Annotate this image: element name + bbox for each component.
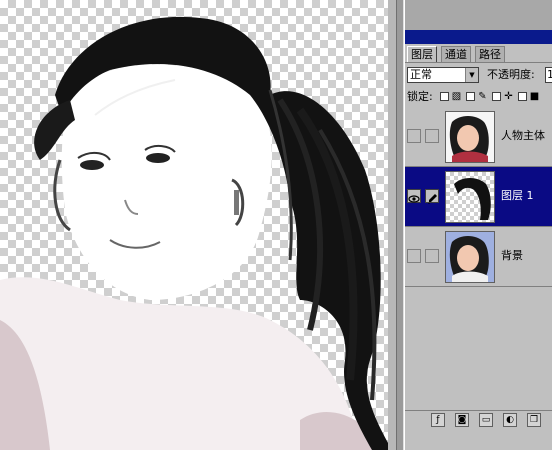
layer-name[interactable]: 背景 (501, 249, 523, 263)
layer-thumbnail (445, 171, 495, 223)
adjustment-layer-icon[interactable]: ◐ (503, 413, 517, 427)
brush-icon (428, 194, 437, 204)
tab-paths[interactable]: 路径 (475, 46, 505, 62)
eye-icon (408, 195, 420, 203)
tab-layers[interactable]: 图层 (407, 46, 437, 62)
document-canvas[interactable] (0, 0, 396, 450)
panel-bottom-bar: ƒ ◙ ▭ ◐ ❐ (405, 410, 552, 429)
new-set-icon[interactable]: ▭ (479, 413, 493, 427)
move-icon: ✛ (504, 91, 513, 102)
layer-row-layer1[interactable]: 图层 1 (405, 167, 552, 227)
lock-all-checkbox[interactable] (518, 92, 527, 101)
transparency-icon: ▧ (451, 91, 462, 102)
lock-transparency-checkbox[interactable] (440, 92, 449, 101)
panel-divider[interactable] (396, 0, 404, 450)
layer-row-background[interactable]: 背景 (405, 227, 552, 287)
blend-mode-select[interactable]: 正常 ▼ (407, 67, 479, 83)
lock-row: 锁定: ▧ ✎ ✛ ■ (405, 88, 552, 106)
visibility-toggle[interactable] (407, 189, 421, 203)
layer-name[interactable]: 人物主体 (501, 129, 545, 143)
visibility-toggle[interactable] (407, 129, 421, 143)
add-style-icon[interactable]: ƒ (431, 413, 445, 427)
opacity-input[interactable]: 10 (545, 67, 552, 83)
blend-opacity-row: 正常 ▼ 不透明度: (405, 64, 552, 86)
layer-thumbnail (445, 231, 495, 283)
layer-thumbnail (445, 111, 495, 163)
link-toggle[interactable] (425, 129, 439, 143)
lock-position-checkbox[interactable] (492, 92, 501, 101)
panel-tabs: 图层 通道 路径 (405, 44, 552, 63)
lock-label: 锁定: (407, 90, 433, 103)
lock-icon: ■ (529, 91, 540, 102)
link-toggle[interactable] (425, 189, 439, 204)
layers-list: 人物主体 图层 1 背景 (405, 107, 552, 407)
layer-name[interactable]: 图层 1 (501, 189, 534, 203)
panel-title-bar[interactable] (405, 30, 552, 44)
tab-channels[interactable]: 通道 (441, 46, 471, 62)
panel-top-area (405, 0, 552, 30)
lock-pixels-checkbox[interactable] (466, 92, 475, 101)
portrait-image (0, 0, 396, 450)
layers-panel: 图层 通道 路径 正常 ▼ 不透明度: 10 锁定: ▧ ✎ ✛ ■ (404, 0, 552, 450)
visibility-toggle[interactable] (407, 249, 421, 263)
blend-mode-value: 正常 (410, 68, 432, 81)
brush-icon: ✎ (478, 91, 487, 102)
layer-row-person[interactable]: 人物主体 (405, 107, 552, 167)
opacity-label: 不透明度: (487, 68, 535, 81)
add-mask-icon[interactable]: ◙ (455, 413, 469, 427)
link-toggle[interactable] (425, 249, 439, 263)
chevron-down-icon[interactable]: ▼ (465, 68, 478, 82)
new-layer-icon[interactable]: ❐ (527, 413, 541, 427)
